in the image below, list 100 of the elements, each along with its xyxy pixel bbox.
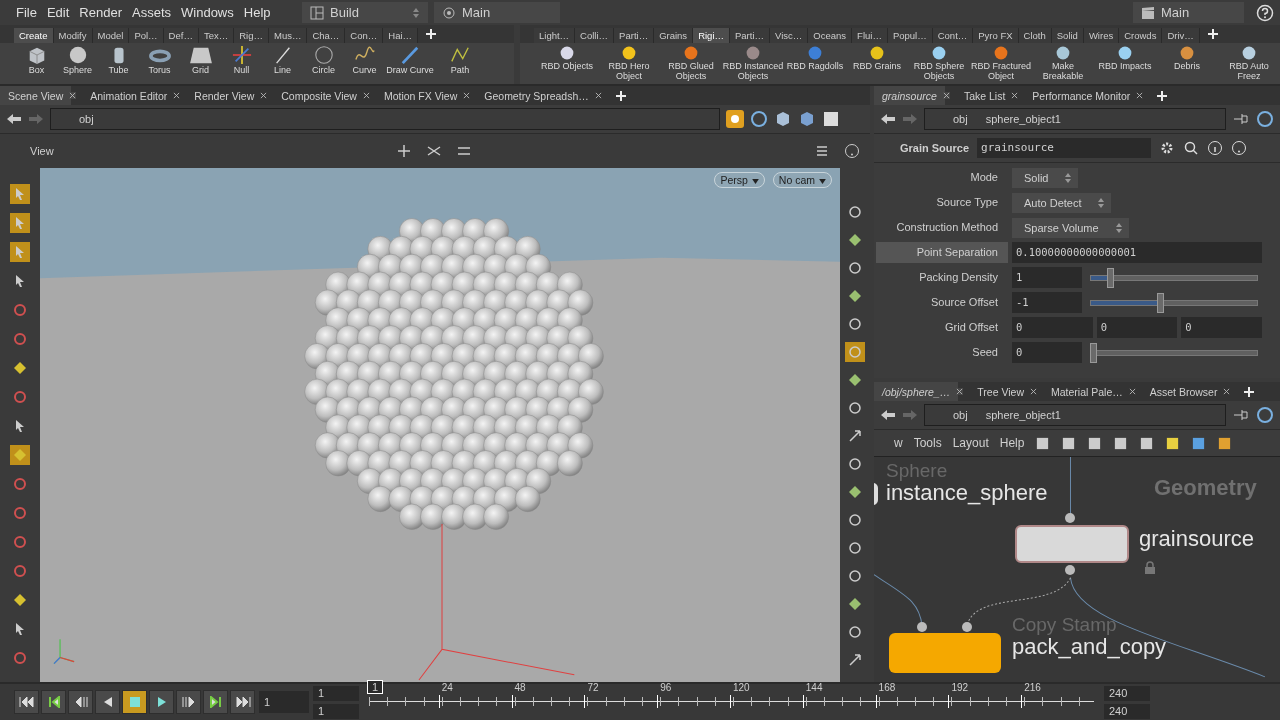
shelf-tool[interactable]: Circle (303, 45, 344, 75)
output-connector[interactable] (1065, 565, 1075, 575)
shelf-tool[interactable]: Grid (180, 45, 221, 75)
shelf-tab[interactable]: Crowds (1119, 28, 1163, 43)
pane-tab[interactable]: Scene View (0, 86, 72, 105)
help-icon[interactable] (1231, 140, 1248, 156)
back-arrow-icon[interactable] (6, 113, 22, 125)
pane-tab[interactable]: Composite View (273, 86, 365, 105)
shelf-tool[interactable]: RBD Hero Object (598, 45, 660, 81)
toolbar-icon[interactable] (1217, 435, 1233, 451)
toolbar-icon[interactable] (1113, 435, 1129, 451)
shelf-tab[interactable]: Mus… (268, 28, 308, 43)
shelf-tab[interactable]: Pol… (129, 28, 164, 43)
close-icon[interactable] (1136, 92, 1144, 99)
menu-item[interactable]: Tools (913, 436, 942, 450)
toolbar-icon[interactable] (1035, 435, 1051, 451)
parameter-field[interactable]: 1 (1012, 267, 1082, 288)
search-icon[interactable] (1183, 140, 1200, 156)
desktop-dropdown[interactable]: Build (302, 2, 428, 23)
camera-move-icon[interactable] (425, 143, 442, 159)
input-connector[interactable] (917, 622, 927, 632)
pane-tab[interactable]: Material Pale… (1043, 382, 1131, 401)
pane-tab[interactable]: /obj/sphere_… (874, 382, 959, 401)
playback-button[interactable] (95, 690, 120, 714)
lock-icon[interactable] (1144, 561, 1156, 575)
ring-icon[interactable] (750, 110, 768, 128)
toolbar-icon[interactable] (1087, 435, 1103, 451)
add-icon[interactable] (1244, 386, 1255, 397)
shelf-tab[interactable]: Rig… (234, 28, 269, 43)
close-icon[interactable] (956, 388, 964, 395)
back-arrow-icon[interactable] (880, 113, 896, 125)
spinner-arrows-icon[interactable] (412, 6, 420, 19)
menu-item[interactable]: Help (999, 436, 1025, 450)
shelf-tab[interactable]: Cont… (932, 28, 974, 43)
cube-icon[interactable] (774, 110, 792, 128)
shelf-tool[interactable]: Sphere (57, 45, 98, 75)
add-icon[interactable] (615, 90, 626, 101)
pane-tab[interactable]: grainsource (874, 86, 945, 105)
playback-button[interactable] (68, 690, 93, 714)
view-menu[interactable]: View (30, 145, 54, 157)
slider-thumb[interactable] (1106, 267, 1114, 288)
shelf-tool[interactable]: RBD Impacts (1094, 45, 1156, 71)
parameter-dropdown[interactable]: Auto Detect (1012, 192, 1112, 213)
parameter-field[interactable]: 0.10000000000000001 (1012, 242, 1262, 263)
context-dropdown[interactable]: Main (434, 2, 560, 23)
path-field[interactable]: obj sphere_object1 (924, 404, 1226, 426)
menu-item[interactable]: Windows (181, 5, 234, 20)
pane-tab[interactable]: Tree View (969, 382, 1032, 401)
menu-item[interactable]: Assets (132, 5, 171, 20)
parameter-dropdown[interactable]: Solid (1012, 167, 1079, 188)
end-frame-field[interactable]: 240 (1104, 685, 1150, 701)
shelf-tab[interactable]: Grains (654, 28, 694, 43)
shelf-tool[interactable]: RBD Auto Freez (1218, 45, 1280, 81)
shelf-tab[interactable]: Visc… (770, 28, 809, 43)
close-icon[interactable] (594, 92, 602, 99)
playback-button[interactable] (41, 690, 66, 714)
info-icon[interactable] (1207, 140, 1224, 156)
menu-item[interactable]: File (16, 5, 37, 20)
shelf-tool[interactable]: Line (262, 45, 303, 75)
add-icon[interactable] (1157, 90, 1168, 101)
close-icon[interactable] (942, 92, 950, 99)
parameter-field[interactable]: 0 (1012, 342, 1082, 363)
input-connector[interactable] (1065, 513, 1075, 523)
shelf-tool[interactable]: RBD Objects (536, 45, 598, 71)
desktop-dropdown[interactable]: Main (1133, 2, 1244, 23)
shelf-tool[interactable]: RBD Fractured Object (970, 45, 1032, 81)
shelf-tool[interactable]: Tube (98, 45, 139, 75)
shelf-tab[interactable]: Oceans (808, 28, 853, 43)
help-icon[interactable] (844, 143, 860, 159)
menu-item[interactable]: Help (243, 5, 271, 20)
viewport[interactable]: Persp No cam (40, 168, 840, 682)
close-icon[interactable] (1223, 388, 1231, 395)
add-icon[interactable] (1207, 29, 1218, 39)
menu-item[interactable]: Edit (46, 5, 70, 20)
node-tile[interactable] (889, 633, 1001, 673)
pane-tab[interactable]: Animation Editor (82, 86, 176, 105)
back-arrow-icon[interactable] (880, 409, 896, 421)
path-field[interactable]: obj (50, 108, 720, 130)
shelf-tool[interactable]: Torus (139, 45, 180, 75)
slider-thumb[interactable] (1090, 342, 1097, 363)
shelf-tab[interactable]: Wires (1083, 28, 1120, 43)
settings-icon[interactable] (814, 143, 830, 159)
slider-thumb[interactable] (1157, 292, 1165, 313)
shelf-tool[interactable]: RBD Ragdolls (784, 45, 846, 71)
shelf-tab[interactable]: Pyro FX (973, 28, 1019, 43)
shelf-tab[interactable]: Tex… (198, 28, 235, 43)
playback-button[interactable] (14, 690, 39, 714)
shelf-tool[interactable]: Draw Curve (385, 45, 435, 75)
path-field[interactable]: obj sphere_object1 (924, 108, 1226, 130)
shelf-tab[interactable]: Parti… (730, 28, 771, 43)
parameter-dropdown[interactable]: Sparse Volume (1012, 217, 1129, 238)
shelf-tab[interactable]: Light… (534, 28, 576, 43)
shelf-tool[interactable]: Curve (344, 45, 385, 75)
pane-tab[interactable]: Take List (955, 86, 1014, 105)
shelf-tab[interactable]: Cloth (1018, 28, 1052, 43)
pane-tab[interactable]: Asset Browser (1141, 382, 1226, 401)
shelf-tab[interactable]: Def… (163, 28, 199, 43)
pin-icon[interactable] (726, 110, 744, 128)
shelf-tool[interactable]: RBD Glued Objects (660, 45, 722, 81)
cube-icon[interactable] (798, 110, 816, 128)
